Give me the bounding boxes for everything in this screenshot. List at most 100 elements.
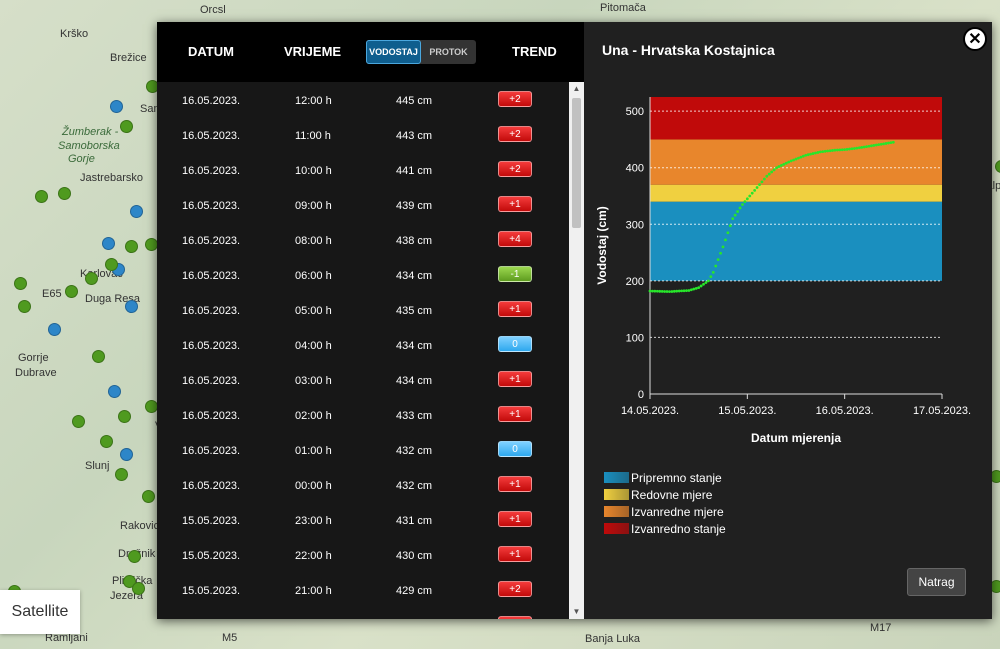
row-date: 15.05.2023. — [182, 515, 241, 527]
station-marker-green[interactable] — [65, 285, 78, 298]
series-point — [792, 158, 795, 162]
row-water-level: 435 cm — [396, 305, 433, 317]
trend-badge: +2 — [498, 91, 532, 107]
series-point — [709, 275, 713, 279]
station-marker-blue[interactable] — [48, 323, 61, 336]
series-point — [882, 142, 885, 146]
station-marker-green[interactable] — [995, 160, 1000, 173]
row-water-level: 430 cm — [396, 550, 433, 562]
station-marker-green[interactable] — [58, 187, 71, 200]
station-marker-green[interactable] — [85, 272, 98, 285]
series-point — [697, 286, 701, 290]
back-button[interactable]: Natrag — [907, 568, 966, 596]
series-point — [653, 289, 657, 293]
table-row: 16.05.2023. 04:00 h 434 cm 0 — [157, 327, 569, 362]
row-time: 04:00 h — [295, 340, 332, 352]
row-date: 15.05.2023. — [182, 550, 241, 562]
series-point — [784, 161, 788, 165]
row-date: 16.05.2023. — [182, 235, 241, 247]
station-marker-green[interactable] — [14, 277, 27, 290]
series-point — [750, 191, 754, 195]
close-icon[interactable]: ✕ — [963, 27, 987, 51]
map-place-label: M17 — [870, 622, 892, 634]
station-marker-green[interactable] — [120, 120, 133, 133]
series-point — [689, 288, 693, 292]
station-marker-green[interactable] — [115, 468, 128, 481]
trend-badge: -1 — [498, 266, 532, 282]
series-point — [745, 197, 749, 201]
legend-item: Izvanredne mjere — [604, 503, 726, 520]
row-time: 23:00 h — [295, 515, 332, 527]
table-body[interactable]: 16.05.2023. 12:00 h 445 cm +2 16.05.2023. 11:… — [157, 82, 569, 619]
series-point — [694, 286, 698, 290]
station-marker-green[interactable] — [105, 258, 118, 271]
series-point — [872, 144, 876, 147]
scroll-up-arrow-icon[interactable]: ▲ — [569, 82, 584, 96]
measure-toggle[interactable]: VODOSTAJ PROTOK — [366, 40, 476, 64]
station-marker-green[interactable] — [18, 300, 31, 313]
trend-badge: +1 — [498, 546, 532, 562]
legend-swatch — [604, 489, 629, 500]
station-marker-green[interactable] — [132, 582, 145, 595]
series-point — [677, 289, 681, 293]
station-marker-green[interactable] — [118, 410, 131, 423]
station-marker-green[interactable] — [92, 350, 105, 363]
series-point — [806, 153, 810, 157]
trend-badge: 0 — [498, 336, 532, 352]
table-row: 16.05.2023. 10:00 h 441 cm +2 — [157, 152, 569, 187]
series-point — [879, 142, 883, 146]
series-point — [811, 152, 815, 155]
series-point — [845, 147, 849, 151]
series-point — [738, 206, 742, 210]
trend-badge: +1 — [498, 371, 532, 387]
table-row: 16.05.2023. 02:00 h 433 cm +1 — [157, 397, 569, 432]
station-marker-green[interactable] — [142, 490, 155, 503]
toggle-vodostaj[interactable]: VODOSTAJ — [366, 40, 421, 64]
scroll-down-arrow-icon[interactable]: ▼ — [569, 605, 584, 619]
table-row: 16.05.2023. 08:00 h 438 cm +4 — [157, 222, 569, 257]
map-place-label: Dubrave — [15, 367, 57, 379]
water-level-chart: 0 100 200 300 400 500 14.05.2023. 15.05.2023. 16… — [595, 97, 971, 445]
series-point — [816, 151, 820, 154]
y-tick-label: 400 — [626, 163, 644, 175]
map-place-label: E65 — [42, 288, 62, 300]
station-marker-green[interactable] — [100, 435, 113, 448]
row-date: 16.05.2023. — [182, 270, 241, 282]
legend-label: Pripremno stanje — [631, 470, 722, 485]
row-water-level: 438 cm — [396, 235, 433, 247]
row-date: 16.05.2023. — [182, 480, 241, 492]
station-marker-green[interactable] — [128, 550, 141, 563]
map-place-label: Slunj — [85, 460, 110, 472]
series-point — [838, 148, 842, 152]
station-marker-blue[interactable] — [130, 205, 143, 218]
table-scrollbar[interactable]: ▲ ▼ — [569, 82, 584, 619]
x-tick-label: 17.05.2023. — [913, 405, 971, 417]
toggle-protok[interactable]: PROTOK — [421, 40, 476, 64]
map-place-label: Pitomača — [600, 2, 646, 14]
station-marker-blue[interactable] — [110, 100, 123, 113]
station-marker-blue[interactable] — [125, 300, 138, 313]
table-row: 16.05.2023. 01:00 h 432 cm 0 — [157, 432, 569, 467]
row-water-level: 445 cm — [396, 95, 433, 107]
series-point — [668, 290, 671, 294]
trend-badge: +4 — [498, 231, 532, 247]
series-point — [840, 148, 844, 152]
series-point — [823, 149, 827, 153]
station-marker-blue[interactable] — [102, 237, 115, 250]
station-marker-green[interactable] — [125, 240, 138, 253]
station-marker-green[interactable] — [35, 190, 48, 203]
series-point — [733, 213, 737, 217]
series-point — [780, 164, 783, 167]
station-marker-blue[interactable] — [108, 385, 121, 398]
station-marker-blue[interactable] — [120, 448, 133, 461]
satellite-button[interactable]: Satellite — [0, 590, 80, 634]
trend-badge: +1 — [498, 301, 532, 317]
legend-item: Redovne mjere — [604, 486, 726, 503]
series-point — [755, 186, 759, 189]
series-point — [648, 289, 652, 293]
scroll-thumb[interactable] — [572, 98, 581, 228]
trend-badge: +1 — [498, 476, 532, 492]
station-marker-green[interactable] — [72, 415, 85, 428]
map-place-label: Krško — [60, 28, 89, 40]
threshold-band — [650, 139, 942, 185]
